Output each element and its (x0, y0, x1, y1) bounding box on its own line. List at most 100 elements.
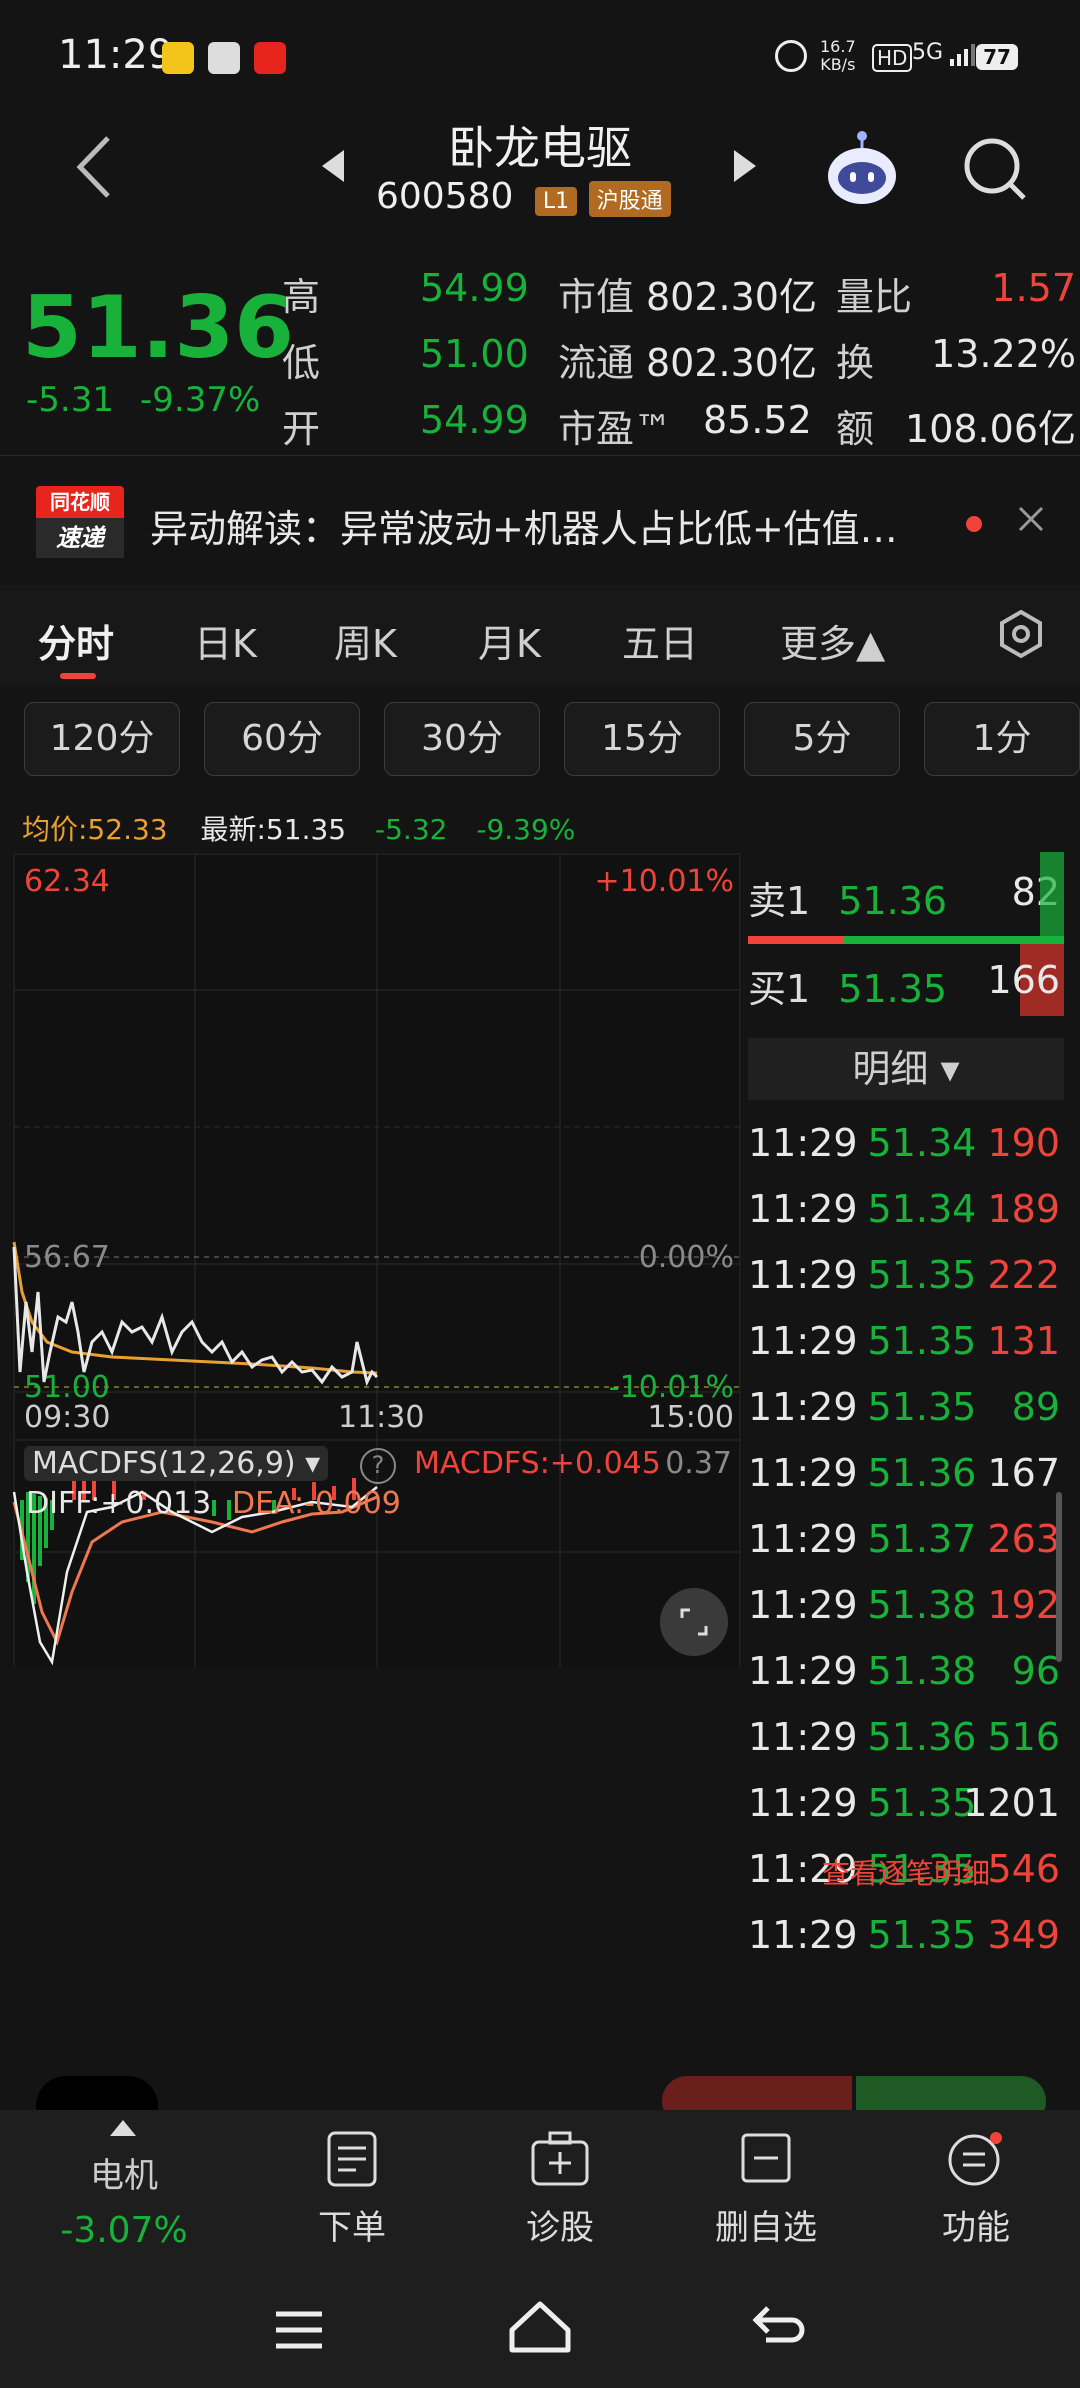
search-icon[interactable] (960, 134, 1030, 208)
menu-icon[interactable] (274, 2310, 324, 2354)
remove-watchlist-icon[interactable] (740, 2132, 792, 2188)
interval-120m[interactable]: 120分 (24, 702, 180, 776)
volume-ratio-label: 量比 (836, 275, 913, 319)
tick-time: 11:29 (748, 1517, 858, 1561)
tick-volume: 131 (987, 1319, 1060, 1363)
tick-row: 11:29 51.35 131 (748, 1308, 1064, 1374)
interval-30m[interactable]: 30分 (384, 702, 540, 776)
open-value: 54.99 (420, 398, 529, 442)
tick-volume: 349 (987, 1913, 1060, 1957)
next-stock-button[interactable] (732, 148, 758, 188)
tick-volume: 192 (987, 1583, 1060, 1627)
sector-expand-icon[interactable] (108, 2118, 138, 2142)
system-back-icon[interactable] (752, 2304, 806, 2356)
diagnose-button[interactable]: 诊股 (460, 2200, 660, 2249)
robot-assistant-icon[interactable] (822, 130, 902, 214)
stock-name: 卧龙电驱 (448, 121, 632, 175)
turnover-label: 换 (836, 341, 875, 385)
tick-row: 11:29 51.36 516 (748, 1704, 1064, 1770)
low-value: 51.00 (420, 332, 529, 376)
price-change: -5.31 (26, 380, 114, 420)
tab-intraday[interactable]: 分时 (38, 613, 114, 668)
interval-1m[interactable]: 1分 (924, 702, 1080, 776)
diagnose-icon[interactable] (530, 2130, 590, 2192)
tick-volume: 263 (987, 1517, 1060, 1561)
tick-time: 11:29 (748, 1913, 858, 1957)
high-label: 高 (282, 275, 321, 319)
tick-row: 11:29 51.35 222 (748, 1242, 1064, 1308)
tick-time: 11:29 (748, 1649, 858, 1693)
hd-badge: HD (872, 44, 913, 72)
functions-icon[interactable] (948, 2132, 1004, 2192)
tick-volume: 89 (1011, 1385, 1060, 1429)
tick-list[interactable]: 11:29 51.34 190 11:29 51.34 189 11:29 51.35 222 1… (748, 1110, 1064, 1968)
news-text: 异动解读：异常波动+机器人占比低+估值… (150, 507, 898, 551)
close-icon[interactable] (1016, 504, 1046, 538)
detail-dropdown[interactable]: 明细 ▾ (748, 1038, 1064, 1100)
order-icon[interactable] (326, 2130, 378, 2192)
high-value: 54.99 (420, 266, 529, 310)
time-end: 15:00 (647, 1400, 734, 1435)
signal-icon (950, 44, 976, 66)
mcap-value: 802.30亿 (646, 275, 817, 319)
remove-watchlist-button[interactable]: 删自选 (666, 2200, 866, 2249)
news-banner[interactable]: 同花顺 速递 异动解读：异常波动+机器人占比低+估值… (0, 455, 1080, 576)
tick-time: 11:29 (748, 1715, 858, 1759)
chart-svg (12, 852, 742, 1667)
fullscreen-button[interactable] (660, 1588, 728, 1656)
order-button[interactable]: 下单 (252, 2200, 452, 2249)
tick-row: 11:29 51.36 167 (748, 1440, 1064, 1506)
weibo-icon (162, 42, 194, 74)
amount-label: 额 (836, 407, 875, 451)
home-icon[interactable] (508, 2300, 572, 2358)
quote-header: 51.36 -5.31 -9.37% 高 低 开 54.99 51.00 54.… (0, 240, 1080, 460)
tick-volume: 96 (1011, 1649, 1060, 1693)
tick-time: 11:29 (748, 1583, 858, 1627)
exchange-tag: 沪股通 (588, 181, 671, 217)
pe-label: 市盈™ (558, 407, 673, 451)
tab-monthly-k[interactable]: 月K (478, 613, 541, 668)
period-tabs: 分时 日K 周K 月K 五日 更多▲ (0, 585, 1080, 685)
interval-5m[interactable]: 5分 (744, 702, 900, 776)
tick-price: 51.36 (867, 1715, 977, 1759)
tick-time: 11:29 (748, 1253, 858, 1297)
tick-time: 11:29 (748, 1385, 858, 1429)
tick-row: 11:29 51.38 192 (748, 1572, 1064, 1638)
tick-price: 51.36 (867, 1451, 977, 1495)
tick-price: 51.34 (867, 1187, 977, 1231)
tick-list-scrollbar[interactable] (1056, 1492, 1062, 1662)
tick-price: 51.38 (867, 1649, 977, 1693)
tab-more[interactable]: 更多▲ (780, 613, 885, 668)
latest-price: 最新:51.35 (200, 813, 347, 846)
buy-1-row: 买1 51.35 166 (748, 958, 1060, 1011)
upper-limit-pct: +10.01% (594, 864, 734, 899)
latest-change: -5.32 (375, 813, 448, 846)
functions-button[interactable]: 功能 (876, 2200, 1076, 2249)
interval-60m[interactable]: 60分 (204, 702, 360, 776)
intraday-chart[interactable]: 62.34 +10.01% 56.67 0.00% 51.00 -10.01% … (12, 852, 742, 1667)
tick-row: 11:29 51.34 189 (748, 1176, 1064, 1242)
sector-name[interactable]: 电机 (24, 2148, 224, 2197)
tab-weekly-k[interactable]: 周K (334, 613, 397, 668)
sell-volume-bar (1040, 852, 1064, 936)
level-tag: L1 (534, 187, 578, 216)
order-book: 卖1 51.36 82 买1 51.35 166 明细 ▾ 11:29 51.34… (748, 852, 1064, 1957)
amount-value: 108.06亿 (905, 407, 1076, 451)
interval-15m[interactable]: 15分 (564, 702, 720, 776)
interval-selector: 120分 60分 30分 15分 5分 1分 (0, 690, 1080, 786)
macd-indicator-selector[interactable]: MACDFS(12,26,9) ▾ (24, 1446, 329, 1481)
tick-volume: 190 (987, 1121, 1060, 1165)
stock-nav-header: 卧龙电驱 600580 L1 沪股通 (0, 110, 1080, 240)
tick-volume: 222 (987, 1253, 1060, 1297)
help-icon[interactable]: ? (360, 1448, 396, 1484)
tab-five-day[interactable]: 五日 (622, 613, 698, 668)
prev-close-pct: 0.00% (638, 1240, 734, 1275)
see-tick-detail-link[interactable]: 查看逐笔明细 (748, 1852, 1064, 1892)
tab-daily-k[interactable]: 日K (194, 613, 257, 668)
tick-price: 51.34 (867, 1121, 977, 1165)
price-change-pct: -9.37% (140, 380, 261, 420)
chart-settings-icon[interactable] (996, 609, 1046, 663)
time-start: 09:30 (24, 1400, 111, 1435)
upper-limit-price: 62.34 (24, 864, 110, 899)
stock-code-line: 600580 L1 沪股通 (376, 176, 671, 217)
